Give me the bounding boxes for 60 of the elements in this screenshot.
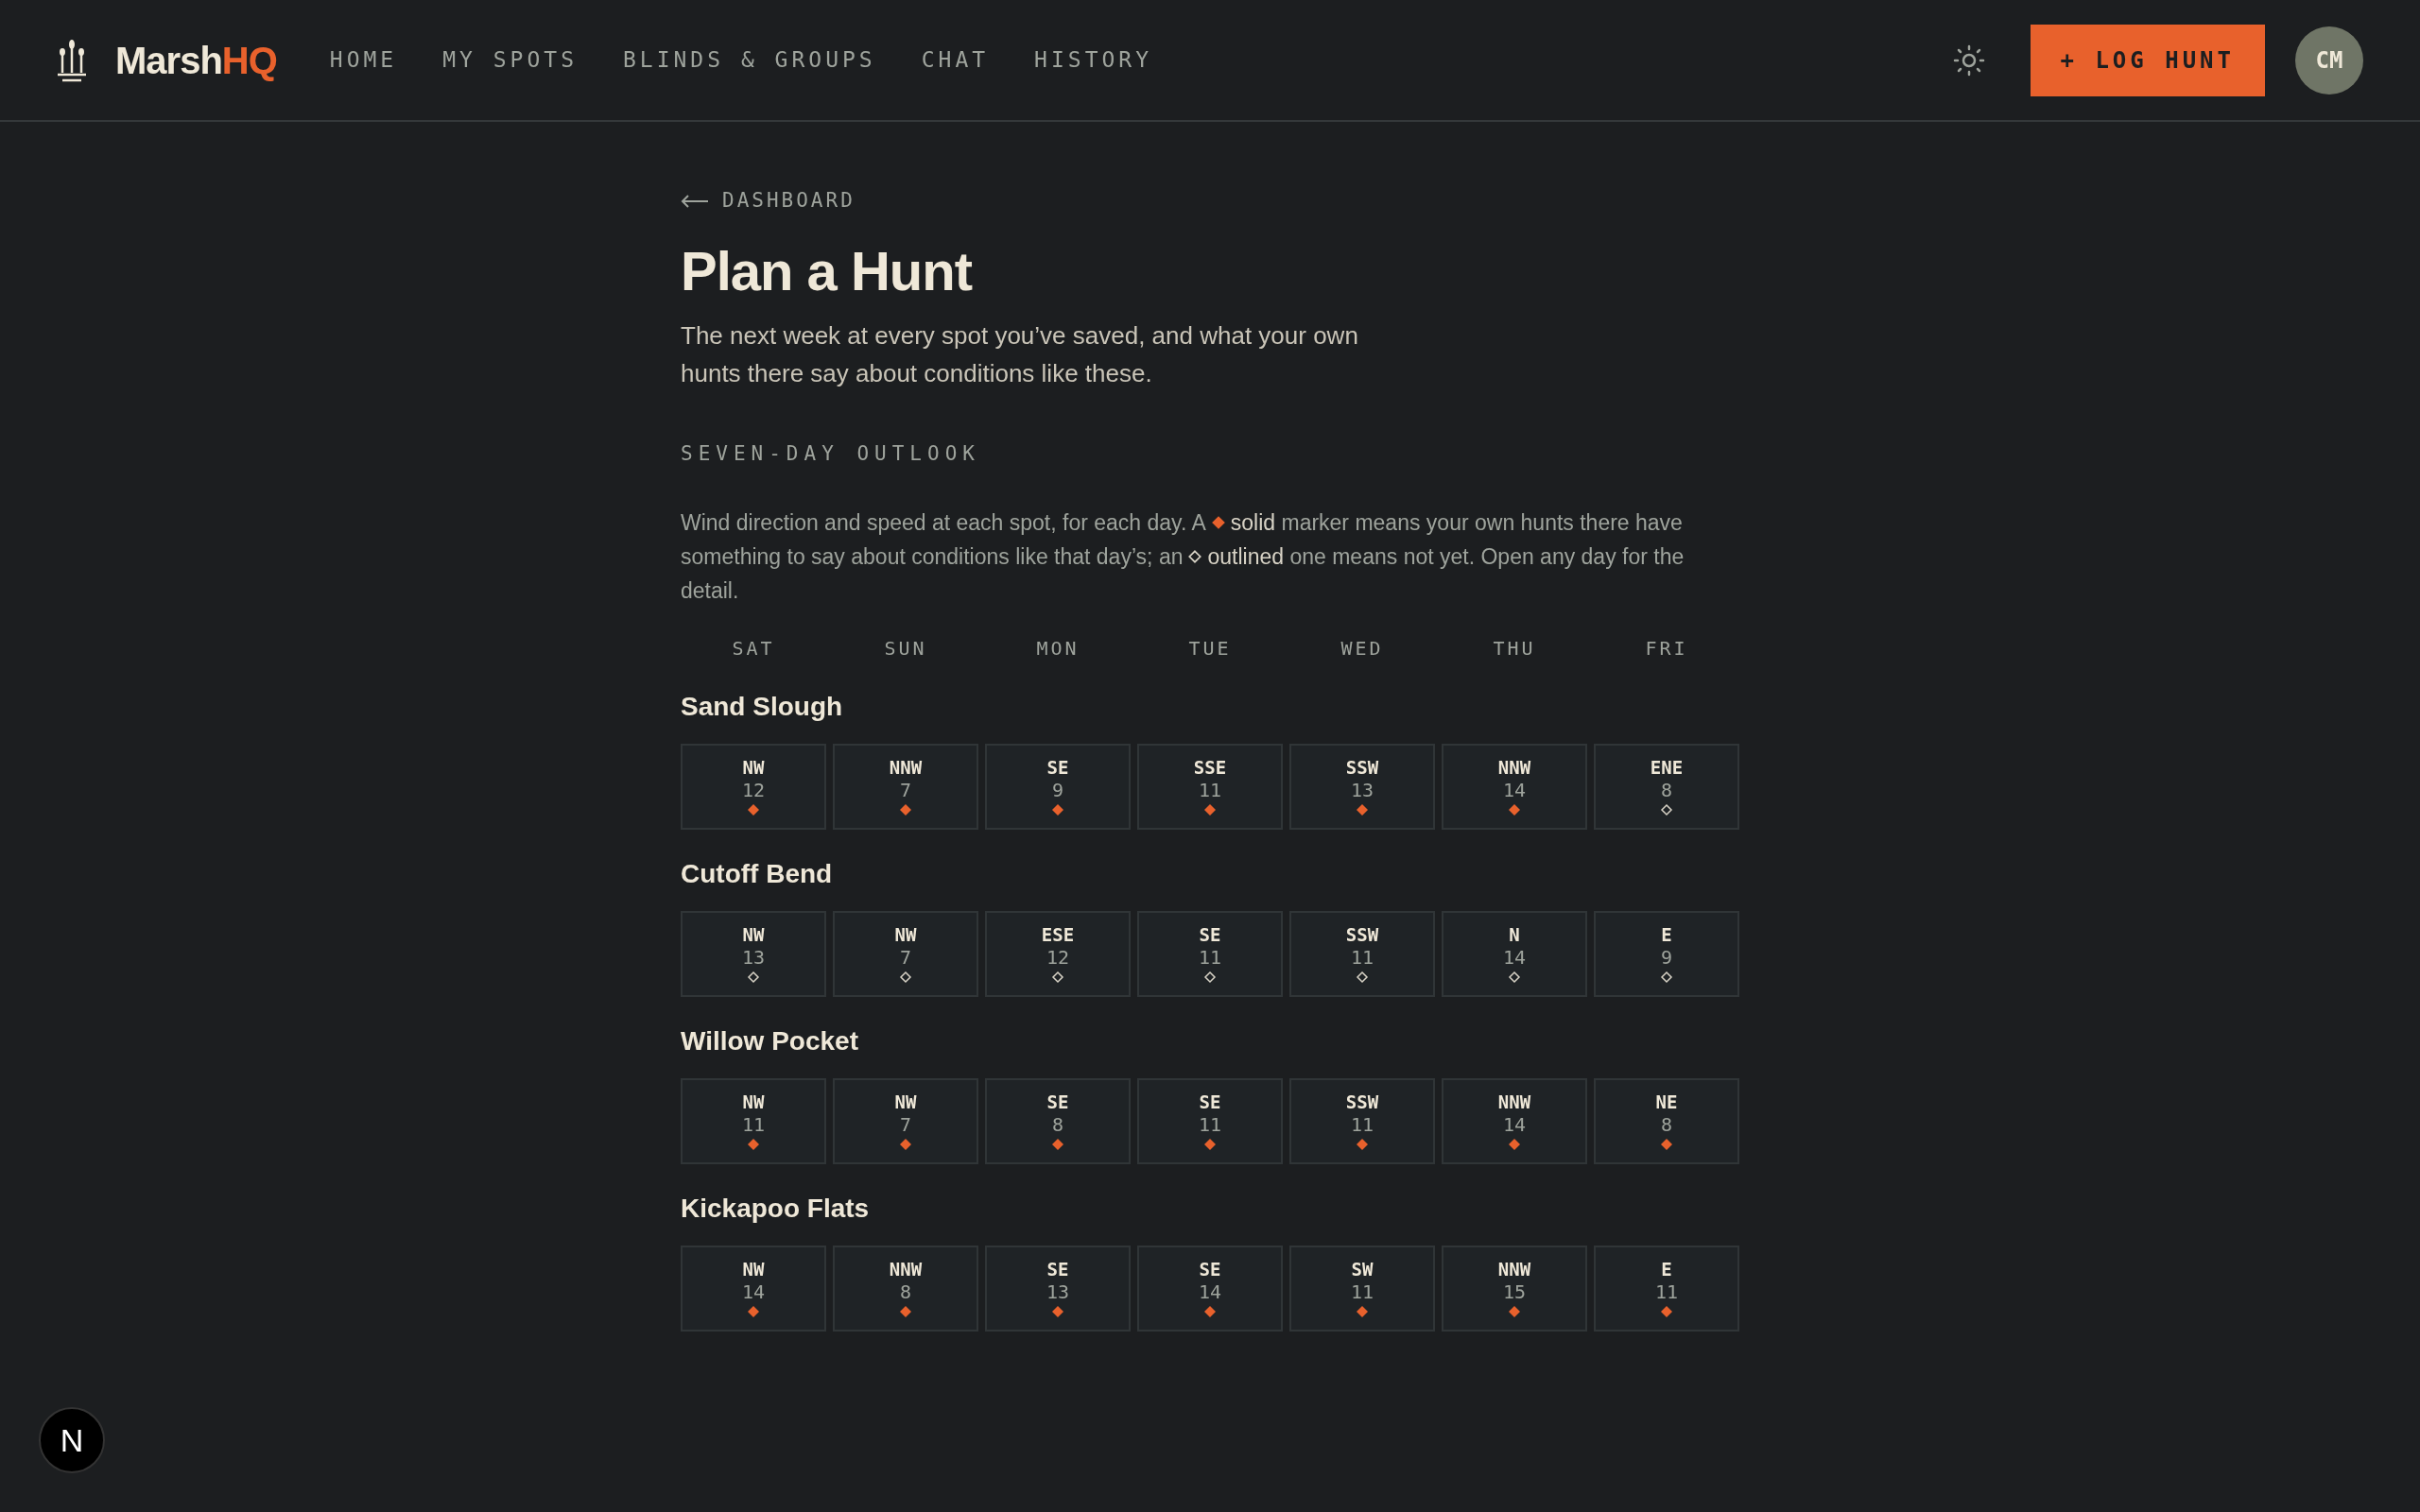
back-arrow-icon [681, 194, 709, 208]
legend-text: detail. [681, 576, 739, 605]
forecast-day-cell[interactable]: ENE 8 [1594, 743, 1739, 830]
forecast-day-cell[interactable]: NE 8 [1594, 1077, 1739, 1164]
forecast-day-cell[interactable]: ESE 12 [985, 910, 1131, 997]
avatar[interactable]: CM [2295, 26, 2363, 94]
day-header: TUE [1188, 635, 1232, 662]
spot-name: Sand Slough [681, 690, 843, 723]
nav-link[interactable]: MY SPOTS [442, 43, 578, 77]
nav-link[interactable]: CHAT [921, 43, 990, 77]
forecast-day-cell[interactable]: SE 9 [985, 743, 1131, 830]
day-header: WED [1340, 635, 1384, 662]
brand-logo[interactable]: MarshHQ [115, 31, 277, 89]
legend-text: Wind direction and speed at each spot, for each day. A [681, 508, 1206, 537]
forecast-day-cell[interactable]: NNW 8 [833, 1245, 978, 1332]
forecast-day-cell[interactable]: NW 12 [681, 743, 826, 830]
forecast-day-cell[interactable]: N 14 [1442, 910, 1587, 997]
forecast-day-cell[interactable]: SSW 11 [1289, 1077, 1435, 1164]
log-hunt-button[interactable]: + LOG HUNT [2030, 24, 2265, 96]
day-header: SUN [884, 635, 927, 662]
sun-icon[interactable] [1952, 43, 1985, 77]
spot-name: Willow Pocket [681, 1024, 858, 1057]
forecast-day-cell[interactable]: NW 7 [833, 910, 978, 997]
forecast-day-cell[interactable]: E 9 [1594, 910, 1739, 997]
forecast-day-cell[interactable]: NNW 14 [1442, 743, 1587, 830]
forecast-day-cell[interactable]: SSW 11 [1289, 910, 1435, 997]
forecast-day-cell[interactable]: NW 13 [681, 910, 826, 997]
legend-text: something to say about conditions like that day’s; an [681, 542, 1184, 571]
page-subtitle: The next week at every spot you’ve saved, and what your own hunts there say about conditions like these. [681, 320, 1359, 389]
forecast-day-cell[interactable]: NW 11 [681, 1077, 826, 1164]
legend-text: solid marker means your own hunts there have [1230, 508, 1683, 537]
day-header: THU [1493, 635, 1536, 662]
forecast-day-cell[interactable]: SSE 11 [1137, 743, 1283, 830]
forecast-day-cell[interactable]: SE 11 [1137, 910, 1283, 997]
forecast-day-cell[interactable]: NNW 14 [1442, 1077, 1587, 1164]
forecast-day-cell[interactable]: NNW 15 [1442, 1245, 1587, 1332]
forecast-day-cell[interactable]: NNW 7 [833, 743, 978, 830]
legend-text: outlined one means not yet. Open any day for the [1207, 542, 1685, 571]
dev-tools-badge[interactable]: N [39, 1407, 105, 1473]
day-header: SAT [732, 635, 775, 662]
forecast-day-cell[interactable]: E 11 [1594, 1245, 1739, 1332]
day-header: MON [1036, 635, 1080, 662]
forecast-day-cell[interactable]: SE 8 [985, 1077, 1131, 1164]
forecast-day-cell[interactable]: SE 11 [1137, 1077, 1283, 1164]
nav-link[interactable]: HOME [329, 43, 398, 77]
back-link[interactable]: DASHBOARD [681, 186, 856, 216]
nav-link[interactable]: HISTORY [1034, 43, 1153, 77]
spot-name: Cutoff Bend [681, 857, 833, 890]
forecast-day-cell[interactable]: SSW 13 [1289, 743, 1435, 830]
forecast-day-cell[interactable]: SE 14 [1137, 1245, 1283, 1332]
page-title: Plan a Hunt [681, 238, 973, 303]
forecast-day-cell[interactable]: NW 7 [833, 1077, 978, 1164]
forecast-day-cell[interactable]: SE 13 [985, 1245, 1131, 1332]
reed-logo-icon [57, 38, 87, 82]
forecast-day-cell[interactable]: SW 11 [1289, 1245, 1435, 1332]
nav-link[interactable]: BLINDS & GROUPS [623, 43, 876, 77]
forecast-day-cell[interactable]: NW 14 [681, 1245, 826, 1332]
spot-name: Kickapoo Flats [681, 1192, 870, 1225]
section-label: SEVEN-DAY OUTLOOK [681, 441, 980, 467]
day-header: FRI [1645, 635, 1688, 662]
